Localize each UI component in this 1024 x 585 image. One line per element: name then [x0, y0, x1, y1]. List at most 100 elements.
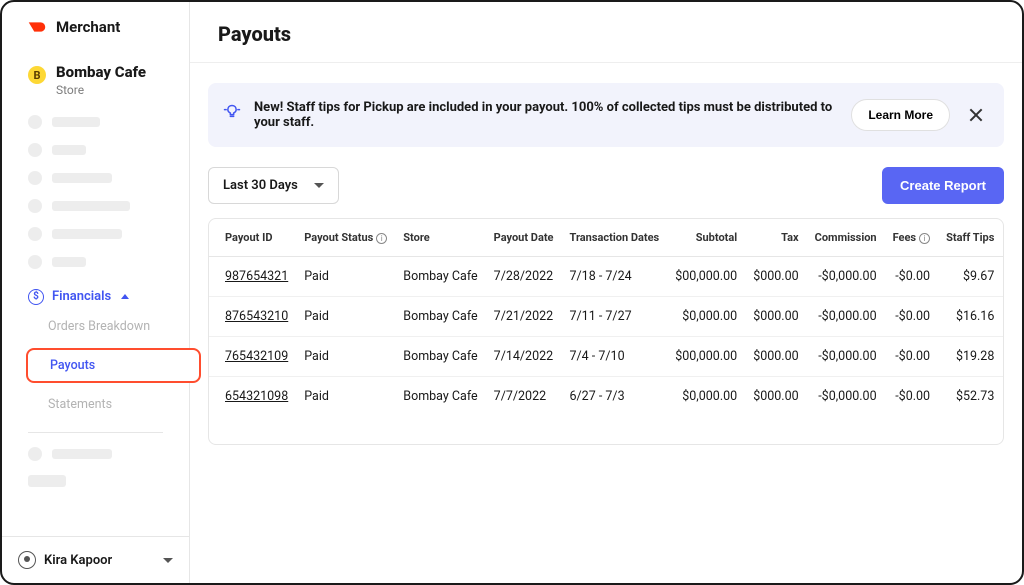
cell-tax: $000.00: [745, 337, 806, 377]
brand: Merchant: [2, 2, 189, 46]
col-payout-date[interactable]: Payout Date: [486, 219, 562, 257]
nav-placeholder-section: [2, 101, 189, 283]
cell-status: Paid: [296, 377, 395, 417]
toolbar: Last 30 Days Create Report: [208, 167, 1004, 204]
divider: [28, 432, 163, 433]
info-icon[interactable]: i: [919, 233, 930, 244]
dollar-icon: $: [28, 289, 44, 305]
cell-txn: 6/27 - 7/3: [562, 377, 668, 417]
cell-fees: -$0.00: [885, 297, 938, 337]
financials-subitems: Orders Breakdown Payouts Statements: [2, 311, 189, 418]
cell-subtotal: $0,000.00: [667, 297, 745, 337]
learn-more-button[interactable]: Learn More: [851, 99, 950, 131]
cell-tips: $19.28: [938, 337, 1002, 377]
col-fees[interactable]: Feesi: [885, 219, 938, 257]
col-txn-dates[interactable]: Transaction Dates: [562, 219, 668, 257]
payouts-table-wrap: Payout ID Payout Statusi Store Payout Da…: [208, 218, 1004, 445]
store-selector[interactable]: B Bombay Cafe Store: [2, 46, 189, 101]
col-store[interactable]: Store: [395, 219, 485, 257]
payout-id-link[interactable]: 987654321: [225, 269, 288, 284]
user-menu[interactable]: Kira Kapoor: [2, 536, 189, 583]
table-row[interactable]: 654321098 Paid Bombay Cafe 7/7/2022 6/27…: [209, 377, 1004, 417]
cell-fees: -$0.00: [885, 337, 938, 377]
cell-txn: 7/18 - 7/24: [562, 257, 668, 297]
store-badge: B: [28, 66, 46, 84]
payout-id-link[interactable]: 876543210: [225, 309, 288, 324]
cell-txn: 7/11 - 7/27: [562, 297, 668, 337]
col-staff-tips[interactable]: Staff Tips: [938, 219, 1002, 257]
col-tax[interactable]: Tax: [745, 219, 806, 257]
tips-icon: [222, 103, 242, 127]
page-title: Payouts: [218, 22, 994, 46]
col-payout-id[interactable]: Payout ID: [209, 219, 296, 257]
sidebar-item-payouts[interactable]: Payouts: [26, 342, 201, 389]
store-name: Bombay Cafe: [56, 64, 146, 81]
payout-id-link[interactable]: 654321098: [225, 389, 288, 404]
cell-error: [1002, 297, 1004, 337]
user-avatar-icon: [18, 551, 36, 569]
cell-tax: $000.00: [745, 297, 806, 337]
sidebar-item-financials[interactable]: $ Financials: [2, 283, 189, 311]
cell-tips: $52.73: [938, 377, 1002, 417]
close-icon[interactable]: [968, 107, 984, 123]
col-commission[interactable]: Commission: [807, 219, 885, 257]
cell-commission: -$0,000.00: [807, 257, 885, 297]
store-type: Store: [56, 83, 146, 97]
table-row[interactable]: 765432109 Paid Bombay Cafe 7/14/2022 7/4…: [209, 337, 1004, 377]
cell-status: Paid: [296, 257, 395, 297]
financials-label: Financials: [52, 289, 111, 304]
brand-name: Merchant: [56, 18, 120, 36]
chevron-up-icon: [121, 294, 129, 299]
cell-fees: -$0.00: [885, 257, 938, 297]
cell-fees: -$0.00: [885, 377, 938, 417]
create-report-button[interactable]: Create Report: [882, 167, 1004, 204]
nav-placeholder-section-2: [2, 443, 189, 501]
cell-commission: -$0,000.00: [807, 337, 885, 377]
cell-store: Bombay Cafe: [395, 297, 485, 337]
content: New! Staff tips for Pickup are included …: [190, 63, 1022, 583]
cell-error: [1002, 337, 1004, 377]
cell-date: 7/7/2022: [486, 377, 562, 417]
cell-subtotal: $00,000.00: [667, 337, 745, 377]
table-padding: [209, 416, 1003, 444]
table-row[interactable]: 987654321 Paid Bombay Cafe 7/28/2022 7/1…: [209, 257, 1004, 297]
cell-error: [1002, 257, 1004, 297]
chevron-down-icon: [163, 558, 173, 563]
table-header-row: Payout ID Payout Statusi Store Payout Da…: [209, 219, 1004, 257]
cell-status: Paid: [296, 297, 395, 337]
cell-commission: -$0,000.00: [807, 297, 885, 337]
cell-tips: $16.16: [938, 297, 1002, 337]
date-range-dropdown[interactable]: Last 30 Days: [208, 167, 339, 204]
table-row[interactable]: 876543210 Paid Bombay Cafe 7/21/2022 7/1…: [209, 297, 1004, 337]
user-name: Kira Kapoor: [44, 553, 155, 568]
main: Payouts New! Staff tips for Pickup are i…: [190, 2, 1022, 583]
chevron-down-icon: [314, 183, 324, 188]
col-subtotal[interactable]: Subtotal: [667, 219, 745, 257]
sidebar-item-statements[interactable]: Statements: [48, 391, 189, 418]
col-status[interactable]: Payout Statusi: [296, 219, 395, 257]
cell-date: 7/21/2022: [486, 297, 562, 337]
cell-date: 7/28/2022: [486, 257, 562, 297]
cell-status: Paid: [296, 337, 395, 377]
date-range-label: Last 30 Days: [223, 178, 298, 193]
cell-txn: 7/4 - 7/10: [562, 337, 668, 377]
cell-commission: -$0,000.00: [807, 377, 885, 417]
cell-date: 7/14/2022: [486, 337, 562, 377]
app-frame: Merchant B Bombay Cafe Store $ Financial…: [0, 0, 1024, 585]
info-banner: New! Staff tips for Pickup are included …: [208, 83, 1004, 147]
sidebar-item-orders-breakdown[interactable]: Orders Breakdown: [48, 313, 189, 340]
col-error[interactable]: Error: [1002, 219, 1004, 257]
cell-store: Bombay Cafe: [395, 377, 485, 417]
payouts-table: Payout ID Payout Statusi Store Payout Da…: [209, 219, 1004, 416]
cell-tax: $000.00: [745, 257, 806, 297]
info-icon[interactable]: i: [376, 233, 387, 244]
cell-store: Bombay Cafe: [395, 337, 485, 377]
sidebar-item-payouts-label: Payouts: [26, 348, 201, 383]
cell-error: [1002, 377, 1004, 417]
sidebar: Merchant B Bombay Cafe Store $ Financial…: [2, 2, 190, 583]
header: Payouts: [190, 2, 1022, 63]
cell-subtotal: $0,000.00: [667, 377, 745, 417]
cell-subtotal: $00,000.00: [667, 257, 745, 297]
payout-id-link[interactable]: 765432109: [225, 349, 288, 364]
cell-tax: $000.00: [745, 377, 806, 417]
